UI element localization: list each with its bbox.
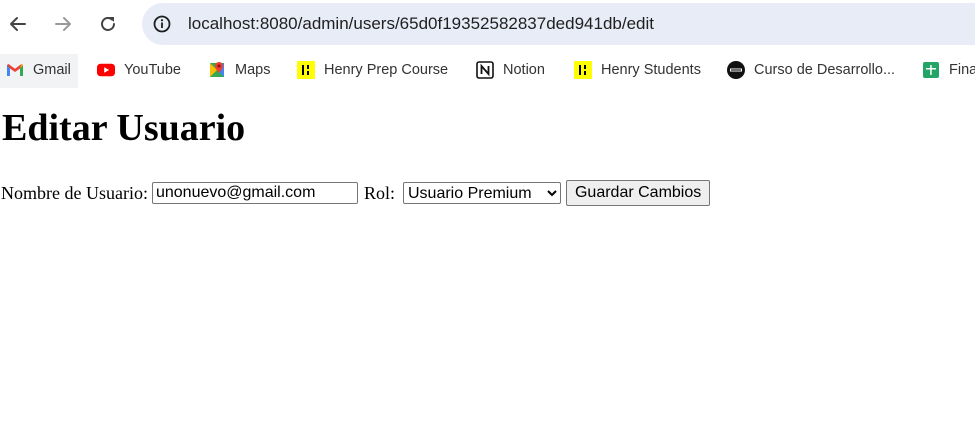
bookmark-gmail[interactable]: Gmail bbox=[6, 58, 71, 82]
reload-icon bbox=[101, 17, 115, 31]
bookmark-label: YouTube bbox=[124, 62, 181, 78]
forward-button[interactable] bbox=[47, 8, 79, 40]
role-label: Rol: bbox=[363, 182, 395, 203]
reload-button[interactable] bbox=[92, 8, 124, 40]
bookmark-notion[interactable]: Notion bbox=[476, 58, 545, 82]
bookmark-henry-students[interactable]: Henry Students bbox=[574, 58, 701, 82]
username-input[interactable] bbox=[151, 182, 358, 204]
bookmark-youtube[interactable]: YouTube bbox=[97, 58, 181, 82]
coder-icon bbox=[727, 61, 745, 79]
browser-toolbar: localhost:8080/admin/users/65d0f19352582… bbox=[0, 0, 975, 48]
bookmark-label: Maps bbox=[235, 62, 271, 78]
page-title: Editar Usuario bbox=[2, 107, 246, 149]
youtube-icon bbox=[97, 61, 115, 79]
bookmark-label: Gmail bbox=[33, 62, 71, 78]
bookmark-label: Henry Prep Course bbox=[324, 62, 449, 78]
back-arrow-icon bbox=[10, 17, 26, 31]
bookmark-label: Henry Students bbox=[601, 62, 701, 78]
back-button[interactable] bbox=[2, 8, 34, 40]
url-text[interactable]: localhost:8080/admin/users/65d0f19352582… bbox=[188, 14, 654, 34]
bookmarks-bar: Gmail YouTube Maps Henry Prep Course Not… bbox=[0, 52, 975, 88]
bookmark-label: Fina bbox=[949, 62, 975, 78]
save-changes-button[interactable]: Guardar Cambios bbox=[565, 180, 711, 206]
henry-icon bbox=[574, 61, 592, 79]
info-icon[interactable] bbox=[153, 15, 171, 33]
address-bar[interactable]: localhost:8080/admin/users/65d0f19352582… bbox=[142, 3, 975, 45]
henry-icon bbox=[297, 61, 315, 79]
bookmark-maps[interactable]: Maps bbox=[208, 58, 270, 82]
role-select[interactable]: Usuario Premium bbox=[402, 182, 561, 204]
bookmark-henry-prep-course[interactable]: Henry Prep Course bbox=[297, 58, 448, 82]
sheets-icon bbox=[922, 61, 940, 79]
gmail-icon bbox=[6, 61, 24, 79]
bookmark-label: Curso de Desarrollo... bbox=[754, 62, 896, 78]
bookmark-label: Notion bbox=[503, 62, 545, 78]
edit-user-form: Nombre de Usuario: Rol: Usuario Premium … bbox=[1, 180, 711, 206]
bookmark-fina[interactable]: Fina bbox=[922, 58, 975, 82]
bookmark-curso-de-desarrollo[interactable]: Curso de Desarrollo... bbox=[727, 58, 895, 82]
notion-icon bbox=[476, 61, 494, 79]
username-label: Nombre de Usuario: bbox=[1, 182, 148, 203]
maps-icon bbox=[208, 61, 226, 79]
forward-arrow-icon bbox=[55, 17, 71, 31]
